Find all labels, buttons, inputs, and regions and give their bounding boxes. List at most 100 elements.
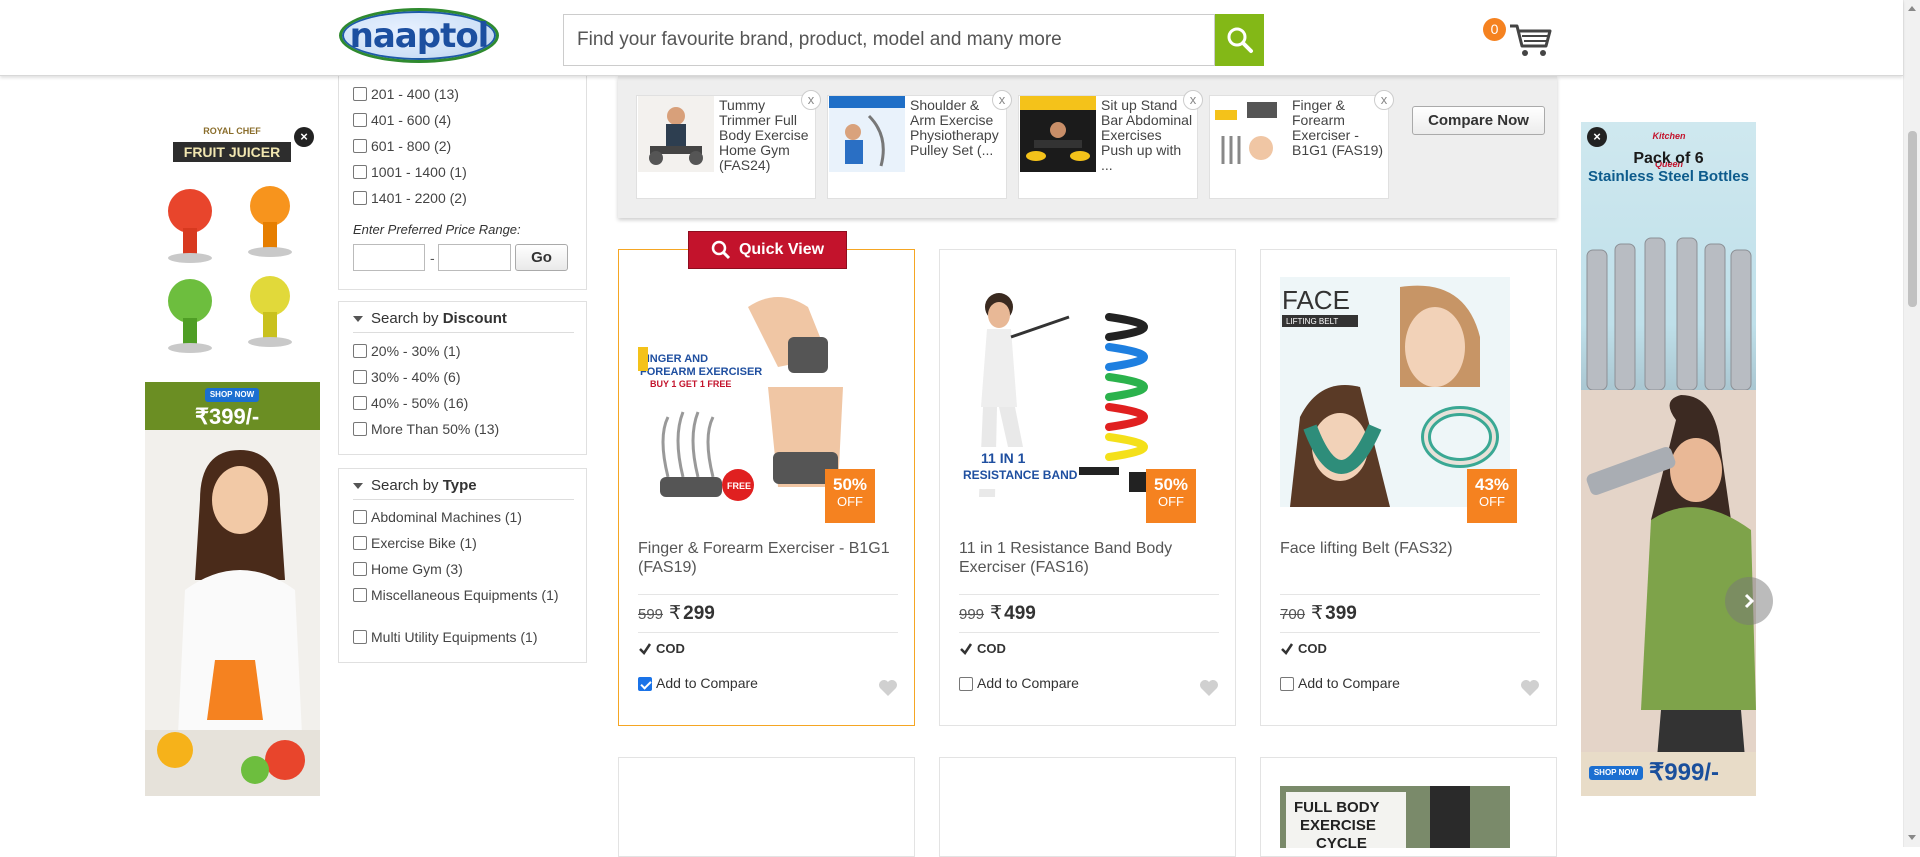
checkbox[interactable] bbox=[353, 165, 367, 179]
left-ad-close-icon[interactable]: × bbox=[294, 127, 314, 147]
image-caption: FULL BODY bbox=[1294, 799, 1380, 816]
product-card[interactable]: FULL BODY EXERCISE CYCLE bbox=[1260, 757, 1557, 857]
divider bbox=[353, 499, 574, 500]
compare-item[interactable]: Shoulder & Arm Exercise Physiotherapy Pu… bbox=[827, 90, 1012, 199]
heart-icon[interactable] bbox=[878, 679, 898, 697]
add-to-compare[interactable]: Add to Compare bbox=[959, 675, 1079, 691]
compare-remove-icon[interactable]: x bbox=[1183, 90, 1203, 110]
type-filter-title[interactable]: Search by Type bbox=[353, 477, 477, 494]
filter-option-price-1[interactable]: 201 - 400 (13) bbox=[353, 86, 459, 102]
compare-checkbox[interactable] bbox=[959, 676, 973, 691]
heart-icon[interactable] bbox=[1520, 679, 1540, 697]
compare-item[interactable]: Tummy Trimmer Full Body Exercise Home Gy… bbox=[636, 90, 821, 199]
filter-title-prefix: Search by bbox=[371, 477, 443, 494]
checkbox[interactable] bbox=[353, 396, 367, 410]
right-ad-close-icon[interactable]: × bbox=[1587, 127, 1607, 147]
product-title[interactable]: Face lifting Belt (FAS32) bbox=[1280, 539, 1540, 558]
filter-title-bold: Discount bbox=[442, 310, 507, 327]
product-card[interactable]: FINGER AND FOREARM EXERCISER BUY 1 GET 1… bbox=[618, 249, 915, 726]
quick-view-label: Quick View bbox=[738, 241, 825, 258]
naaptol-logo[interactable]: naaptol bbox=[339, 8, 499, 63]
checkbox[interactable] bbox=[353, 344, 367, 358]
product-card[interactable]: 11 IN 1 RESISTANCE BAND 50% OFF 11 in 1 R… bbox=[939, 249, 1236, 726]
checkbox[interactable] bbox=[353, 510, 367, 524]
checkbox[interactable] bbox=[353, 113, 367, 127]
filter-option-type-5[interactable]: Multi Utility Equipments (1) bbox=[353, 629, 538, 645]
price-min-input[interactable] bbox=[353, 244, 425, 271]
compare-remove-icon[interactable]: x bbox=[801, 90, 821, 110]
checkbox[interactable] bbox=[353, 562, 367, 576]
price-max-input[interactable] bbox=[438, 244, 511, 271]
checkbox[interactable] bbox=[353, 536, 367, 550]
checkbox[interactable] bbox=[353, 139, 367, 153]
filter-option-discount-3[interactable]: 40% - 50% (16) bbox=[353, 395, 468, 411]
carousel-next-button[interactable] bbox=[1725, 577, 1773, 625]
compare-now-button[interactable]: Compare Now bbox=[1412, 106, 1545, 135]
compare-remove-icon[interactable]: x bbox=[1374, 90, 1394, 110]
compare-label: Add to Compare bbox=[1298, 675, 1400, 691]
discount-percent: 50% bbox=[1153, 475, 1189, 494]
checkbox[interactable] bbox=[353, 191, 367, 205]
compare-item-image bbox=[1020, 96, 1096, 172]
filter-option-discount-2[interactable]: 30% - 40% (6) bbox=[353, 369, 460, 385]
compare-checkbox[interactable] bbox=[638, 676, 652, 691]
page-scrollbar[interactable] bbox=[1903, 0, 1920, 847]
currency-symbol: ₹ bbox=[990, 603, 1003, 624]
product-card[interactable]: FACE LIFTING BELT 43% OFF Face lifting Be… bbox=[1260, 249, 1557, 726]
discount-badge: 50% OFF bbox=[1146, 469, 1196, 523]
cart-icon[interactable] bbox=[1508, 22, 1552, 58]
compare-item[interactable]: Finger & Forearm Exerciser - B1G1 (FAS19… bbox=[1209, 90, 1394, 199]
filter-option-label: Home Gym (3) bbox=[371, 561, 463, 577]
right-ad-banner[interactable]: Kitchen Queen Pack of 6 Stainless Steel … bbox=[1581, 122, 1756, 796]
filter-option-type-1[interactable]: Abdominal Machines (1) bbox=[353, 509, 522, 525]
compare-remove-icon[interactable]: x bbox=[992, 90, 1012, 110]
site-header: naaptol 0 bbox=[0, 0, 1903, 76]
filter-option-label: 401 - 600 (4) bbox=[371, 112, 452, 128]
cod-badge: COD bbox=[1280, 641, 1327, 656]
filter-option-type-4[interactable]: Miscellaneous Equipments (1) bbox=[353, 587, 568, 603]
search-input[interactable] bbox=[564, 15, 1216, 65]
filter-option-price-2[interactable]: 401 - 600 (4) bbox=[353, 112, 451, 128]
heart-icon[interactable] bbox=[1199, 679, 1219, 697]
filter-option-type-3[interactable]: Home Gym (3) bbox=[353, 561, 463, 577]
product-title[interactable]: Finger & Forearm Exerciser - B1G1 (FAS19… bbox=[638, 539, 898, 577]
price-go-button[interactable]: Go bbox=[515, 244, 568, 271]
checkbox[interactable] bbox=[353, 87, 367, 101]
price-value: 499 bbox=[1004, 603, 1036, 624]
filter-option-discount-4[interactable]: More Than 50% (13) bbox=[353, 421, 499, 437]
divider bbox=[353, 332, 574, 333]
divider bbox=[959, 594, 1219, 595]
filter-option-price-5[interactable]: 1401 - 2200 (2) bbox=[353, 190, 467, 206]
product-card[interactable] bbox=[618, 757, 915, 857]
checkbox[interactable] bbox=[353, 370, 367, 384]
compare-item[interactable]: Sit up Stand Bar Abdominal Exercises Pus… bbox=[1018, 90, 1203, 199]
discount-percent: 43% bbox=[1474, 475, 1510, 494]
scroll-down-arrow-icon[interactable] bbox=[1908, 835, 1916, 840]
filter-option-price-4[interactable]: 1001 - 1400 (1) bbox=[353, 164, 467, 180]
add-to-compare[interactable]: Add to Compare bbox=[638, 675, 758, 691]
filter-option-type-2[interactable]: Exercise Bike (1) bbox=[353, 535, 477, 551]
ad-title: FRUIT JUICER bbox=[173, 142, 291, 162]
ad-brand: ROYAL CHEF bbox=[203, 126, 261, 136]
scroll-thumb[interactable] bbox=[1908, 131, 1917, 307]
add-to-compare[interactable]: Add to Compare bbox=[1280, 675, 1400, 691]
divider bbox=[1280, 632, 1540, 633]
filter-option-discount-1[interactable]: 20% - 30% (1) bbox=[353, 343, 460, 359]
product-title[interactable]: 11 in 1 Resistance Band Body Exerciser (… bbox=[959, 539, 1219, 577]
juicer-products-image bbox=[168, 186, 292, 353]
divider bbox=[1280, 594, 1540, 595]
checkbox[interactable] bbox=[353, 630, 367, 644]
product-mrp: 700 bbox=[1280, 606, 1306, 623]
scroll-up-arrow-icon[interactable] bbox=[1908, 6, 1916, 11]
quick-view-button[interactable]: Quick View bbox=[688, 231, 847, 269]
discount-filter-title[interactable]: Search by Discount bbox=[353, 310, 507, 327]
filter-title-bold: Type bbox=[442, 477, 477, 494]
image-caption: FOREARM EXERCISER bbox=[640, 366, 762, 378]
product-card[interactable] bbox=[939, 757, 1236, 857]
checkbox[interactable] bbox=[353, 588, 367, 602]
search-button[interactable] bbox=[1215, 14, 1264, 66]
checkbox[interactable] bbox=[353, 422, 367, 436]
left-ad-banner[interactable]: ROYAL CHEF FRUIT JUICER SHOP NOW ₹399/- bbox=[145, 122, 320, 796]
compare-checkbox[interactable] bbox=[1280, 676, 1294, 691]
filter-option-price-3[interactable]: 601 - 800 (2) bbox=[353, 138, 451, 154]
